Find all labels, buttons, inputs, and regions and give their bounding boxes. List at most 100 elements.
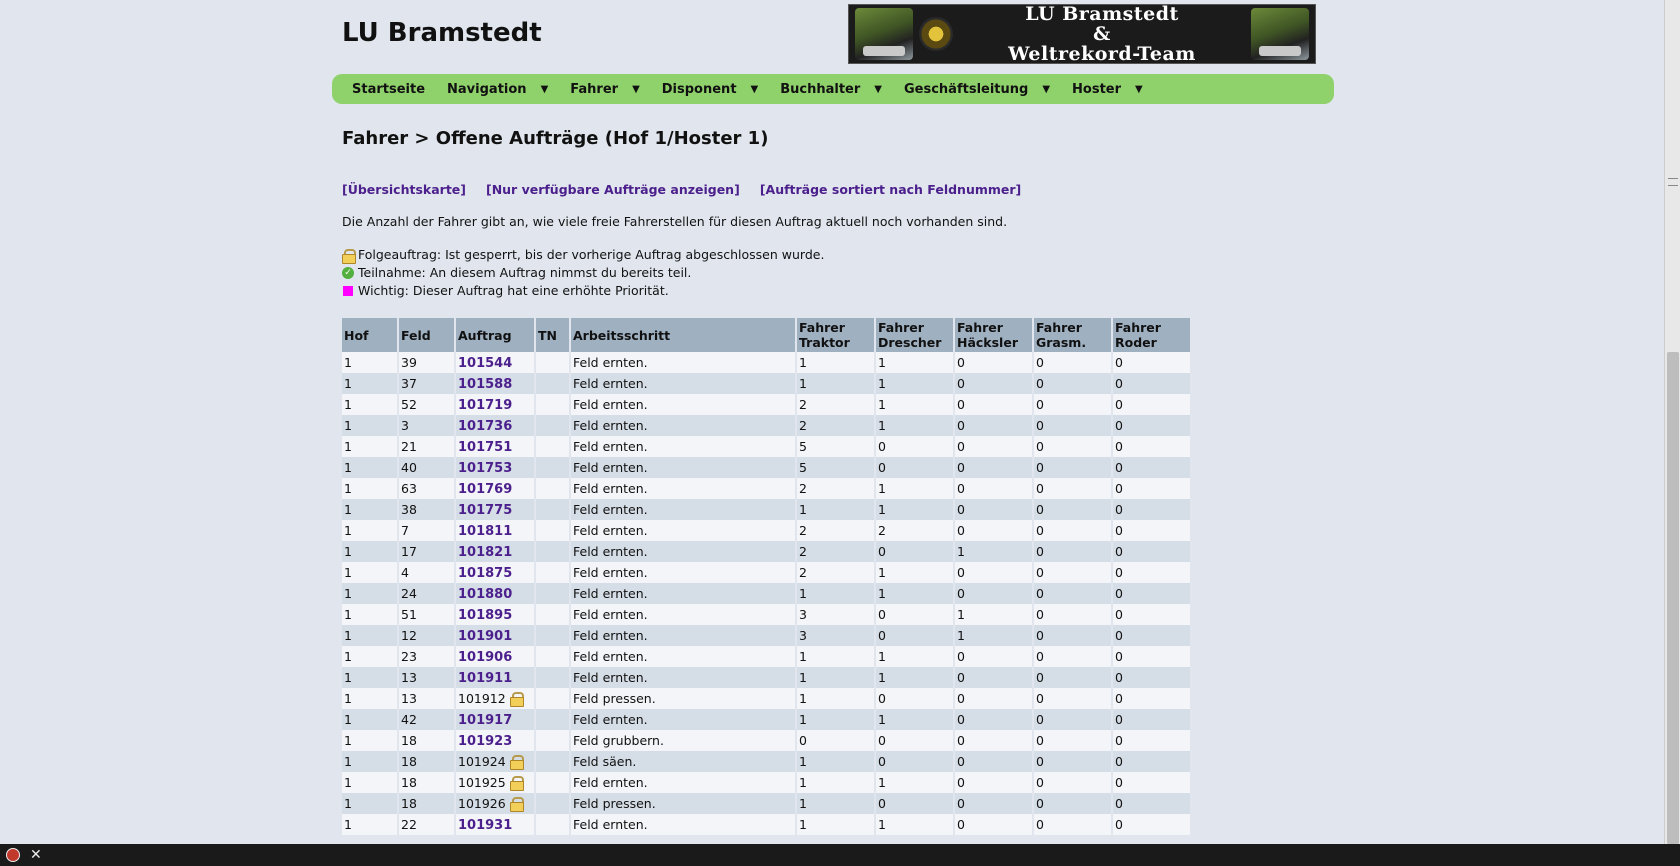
- cell-traktor: 2: [797, 415, 874, 436]
- legend-locked: Folgeauftrag: Ist gesperrt, bis der vorh…: [342, 246, 824, 264]
- order-link[interactable]: 101588: [458, 377, 512, 392]
- order-link[interactable]: 101544: [458, 356, 512, 371]
- cell-traktor: 2: [797, 394, 874, 415]
- cell-haecksler: 0: [955, 478, 1032, 499]
- order-link[interactable]: 101923: [458, 734, 512, 749]
- order-link[interactable]: 101736: [458, 419, 512, 434]
- nav-item-label: Startseite: [352, 81, 426, 97]
- cell-roder: 0: [1113, 562, 1190, 583]
- nav-item-geschäftsleitung[interactable]: Geschäftsleitung ▼: [894, 82, 1062, 97]
- cell-grasm: 0: [1034, 352, 1111, 373]
- order-link[interactable]: 101880: [458, 587, 512, 602]
- cell-haecksler: 0: [955, 352, 1032, 373]
- legend-locked-text: Folgeauftrag: Ist gesperrt, bis der vorh…: [358, 247, 825, 262]
- cell-arbeit: Feld ernten.: [571, 814, 795, 835]
- cell-tn: [536, 646, 569, 667]
- dropdown-caret-icon[interactable]: ▼: [1042, 84, 1050, 95]
- driver-count-info: Die Anzahl der Fahrer gibt an, wie viele…: [342, 214, 1008, 229]
- nav-item-hoster[interactable]: Hoster ▼: [1062, 82, 1155, 97]
- order-link[interactable]: 101753: [458, 461, 512, 476]
- cell-haecksler: 1: [955, 604, 1032, 625]
- banner-logo: LU Bramstedt & Weltrekord-Team: [848, 4, 1316, 64]
- order-link[interactable]: 101751: [458, 440, 512, 455]
- dropdown-caret-icon[interactable]: ▼: [874, 84, 882, 95]
- dropdown-caret-icon[interactable]: ▼: [632, 84, 640, 95]
- order-link[interactable]: 101931: [458, 818, 512, 833]
- cell-tn: [536, 793, 569, 814]
- browser-logo-icon[interactable]: [6, 848, 20, 862]
- cell-traktor: 1: [797, 688, 874, 709]
- cell-auftrag: 101775: [456, 499, 534, 520]
- cell-roder: 0: [1113, 625, 1190, 646]
- cell-drescher: 1: [876, 352, 953, 373]
- nav-item-startseite[interactable]: Startseite: [342, 82, 437, 97]
- cell-arbeit: Feld ernten.: [571, 415, 795, 436]
- cell-feld: 18: [399, 793, 454, 814]
- cell-traktor: 5: [797, 457, 874, 478]
- cell-auftrag: 101895: [456, 604, 534, 625]
- cell-haecksler: 0: [955, 394, 1032, 415]
- nav-item-navigation[interactable]: Navigation ▼: [437, 82, 560, 97]
- cell-tn: [536, 415, 569, 436]
- dropdown-caret-icon[interactable]: ▼: [1135, 84, 1143, 95]
- order-link[interactable]: 101906: [458, 650, 512, 665]
- order-link[interactable]: 101901: [458, 629, 512, 644]
- cell-traktor: 0: [797, 730, 874, 751]
- sort-by-field-link[interactable]: [Aufträge sortiert nach Feldnummer]: [760, 182, 1021, 197]
- order-link[interactable]: 101875: [458, 566, 512, 581]
- cell-arbeit: Feld ernten.: [571, 352, 795, 373]
- cell-grasm: 0: [1034, 730, 1111, 751]
- available-orders-link[interactable]: [Nur verfügbare Aufträge anzeigen]: [486, 182, 740, 197]
- order-link[interactable]: 101821: [458, 545, 512, 560]
- order-link[interactable]: 101775: [458, 503, 512, 518]
- order-link[interactable]: 101917: [458, 713, 512, 728]
- vertical-scrollbar[interactable]: [1664, 0, 1680, 844]
- table-row: 1 3 101736 Feld ernten. 2 1 0 0 0: [342, 415, 1190, 436]
- cell-grasm: 0: [1034, 709, 1111, 730]
- cell-drescher: 0: [876, 436, 953, 457]
- nav-item-fahrer[interactable]: Fahrer ▼: [560, 82, 652, 97]
- nav-item-disponent[interactable]: Disponent ▼: [652, 82, 770, 97]
- order-link[interactable]: 101811: [458, 524, 512, 539]
- order-link[interactable]: 101911: [458, 671, 512, 686]
- cell-tn: [536, 562, 569, 583]
- cell-roder: 0: [1113, 772, 1190, 793]
- cell-feld: 13: [399, 688, 454, 709]
- dropdown-caret-icon[interactable]: ▼: [541, 84, 549, 95]
- banner-line-3: Weltrekord-Team: [1008, 43, 1196, 65]
- overview-map-link[interactable]: [Übersichtskarte]: [342, 182, 466, 197]
- cell-feld: 51: [399, 604, 454, 625]
- cell-arbeit: Feld säen.: [571, 751, 795, 772]
- harvester-image-left: [855, 8, 913, 60]
- scrollbar-thumb[interactable]: [1667, 352, 1679, 844]
- order-link[interactable]: 101895: [458, 608, 512, 623]
- cell-haecksler: 0: [955, 520, 1032, 541]
- cell-tn: [536, 478, 569, 499]
- cell-drescher: 1: [876, 562, 953, 583]
- nav-item-buchhalter[interactable]: Buchhalter ▼: [770, 82, 894, 97]
- cell-tn: [536, 751, 569, 772]
- cell-drescher: 1: [876, 772, 953, 793]
- cell-haecksler: 0: [955, 499, 1032, 520]
- cell-hof: 1: [342, 562, 397, 583]
- cell-feld: 3: [399, 415, 454, 436]
- table-row: 1 42 101917 Feld ernten. 1 1 0 0 0: [342, 709, 1190, 730]
- cell-grasm: 0: [1034, 604, 1111, 625]
- cell-arbeit: Feld ernten.: [571, 772, 795, 793]
- close-icon[interactable]: ✕: [30, 847, 42, 863]
- cell-haecksler: 1: [955, 541, 1032, 562]
- cell-roder: 0: [1113, 541, 1190, 562]
- order-link[interactable]: 101719: [458, 398, 512, 413]
- table-row: 1 63 101769 Feld ernten. 2 1 0 0 0: [342, 478, 1190, 499]
- order-number: 101926: [458, 796, 506, 811]
- cell-auftrag: 101926: [456, 793, 534, 814]
- cell-feld: 37: [399, 373, 454, 394]
- table-row: 1 18 101924 Feld säen. 1 0 0 0 0: [342, 751, 1190, 772]
- dropdown-caret-icon[interactable]: ▼: [751, 84, 759, 95]
- cell-auftrag: 101911: [456, 667, 534, 688]
- cell-arbeit: Feld ernten.: [571, 625, 795, 646]
- cell-arbeit: Feld ernten.: [571, 583, 795, 604]
- cell-haecksler: 1: [955, 625, 1032, 646]
- order-link[interactable]: 101769: [458, 482, 512, 497]
- cell-haecksler: 0: [955, 415, 1032, 436]
